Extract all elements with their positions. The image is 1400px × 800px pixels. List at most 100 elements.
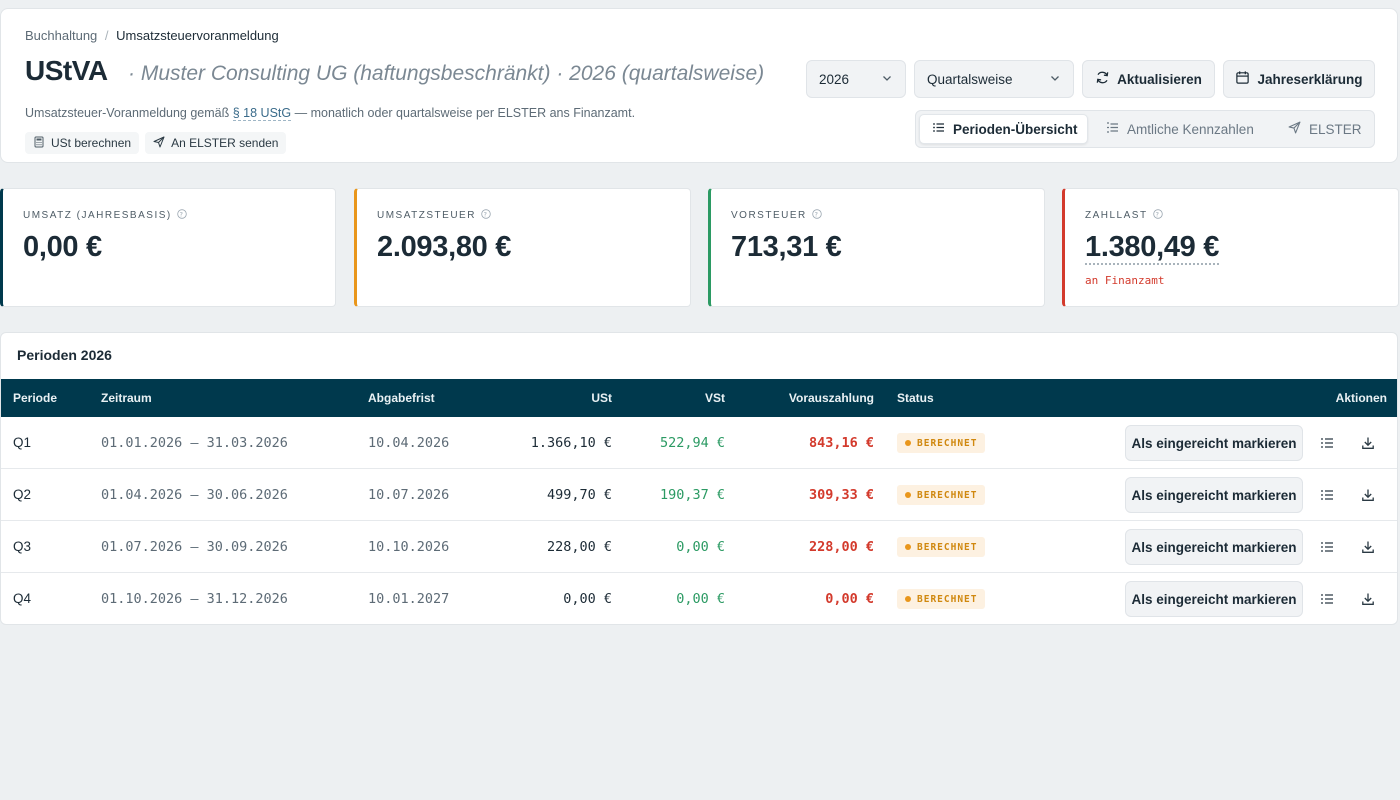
page-subtitle: · Muster Consulting UG (haftungsbeschrän… — [128, 62, 765, 85]
refresh-icon — [1095, 70, 1110, 88]
svg-text:?: ? — [179, 210, 184, 218]
send-to-elster-button[interactable]: An ELSTER senden — [145, 132, 287, 154]
mark-submitted-button[interactable]: Als eingereicht markieren — [1125, 425, 1303, 461]
details-list-icon[interactable] — [1317, 485, 1337, 505]
period-cell: Q4 — [13, 591, 32, 606]
input-tax-cell: 190,37 € — [659, 487, 725, 503]
kpi-value: 0,00 € — [23, 231, 102, 263]
deadline-cell: 10.01.2027 — [368, 591, 450, 607]
column-header[interactable]: Abgabefrist — [368, 379, 435, 417]
status-badge: BERECHNET — [897, 433, 986, 453]
tab-period-overview[interactable]: Perioden-Übersicht — [919, 114, 1088, 144]
interval-select[interactable]: Quartalsweise — [914, 60, 1074, 98]
help-icon[interactable]: ? — [481, 209, 491, 222]
status-dot-icon — [905, 596, 911, 602]
page-description: Umsatzsteuer-Voranmeldung gemäß § 18 USt… — [25, 106, 636, 121]
refresh-button[interactable]: Aktualisieren — [1082, 60, 1215, 98]
table-row: Q4 01.10.2026 — 31.12.2026 10.01.2027 0,… — [1, 573, 1397, 624]
column-header[interactable]: VSt — [631, 379, 725, 417]
payment-cell: 0,00 € — [825, 591, 874, 607]
table-title: Perioden 2026 — [17, 347, 112, 363]
year-select[interactable]: 2026 — [806, 60, 906, 98]
description-suffix: — monatlich oder quartalsweise per ELSTE… — [294, 106, 636, 120]
details-list-icon[interactable] — [1317, 433, 1337, 453]
range-cell: 01.01.2026 — 31.03.2026 — [101, 435, 288, 451]
download-icon[interactable] — [1358, 537, 1378, 557]
download-icon[interactable] — [1358, 433, 1378, 453]
input-tax-cell: 522,94 € — [659, 435, 725, 451]
chevron-down-icon — [1049, 72, 1061, 87]
kpi-card-revenue: UMSATZ (JAHRESBASIS) ? 0,00 € — [0, 188, 336, 307]
table-row: Q1 01.01.2026 — 31.03.2026 10.04.2026 1.… — [1, 417, 1397, 469]
kpi-label: UMSATZ (JAHRESBASIS) ? — [23, 209, 187, 222]
range-cell: 01.10.2026 — 31.12.2026 — [101, 591, 288, 607]
svg-text:?: ? — [1155, 210, 1160, 218]
kpi-note: an Finanzamt — [1085, 274, 1165, 287]
deadline-cell: 10.10.2026 — [368, 539, 450, 555]
kpi-label: ZAHLLAST ? — [1085, 209, 1163, 222]
period-cell: Q1 — [13, 435, 32, 450]
input-tax-cell: 0,00 € — [676, 591, 725, 607]
column-header[interactable]: Vorauszahlung — [741, 379, 874, 417]
column-header[interactable]: Periode — [13, 379, 57, 417]
calculate-vat-button[interactable]: USt berechnen — [25, 132, 140, 154]
periods-table: Perioden 2026 Periode Zeitraum Abgabefri… — [0, 332, 1398, 625]
page-title: UStVA — [25, 55, 108, 86]
view-tabs: Perioden-Übersicht Amtliche Kennzahlen E… — [915, 110, 1375, 148]
column-header[interactable]: USt — [501, 379, 612, 417]
kpi-value: 2.093,80 € — [377, 231, 512, 263]
status-badge: BERECHNET — [897, 589, 986, 609]
status-badge: BERECHNET — [897, 537, 986, 557]
description-prefix: Umsatzsteuer-Voranmeldung gemäß — [25, 106, 230, 120]
year-select-value: 2026 — [819, 71, 850, 87]
status-dot-icon — [905, 544, 911, 550]
kpi-card-vat: UMSATZSTEUER ? 2.093,80 € — [354, 188, 691, 307]
input-tax-cell: 0,00 € — [676, 539, 725, 555]
range-cell: 01.07.2026 — 30.09.2026 — [101, 539, 288, 555]
tab-official-figures[interactable]: Amtliche Kennzahlen — [1094, 114, 1266, 144]
mark-submitted-button[interactable]: Als eingereicht markieren — [1125, 581, 1303, 617]
kpi-label-text: UMSATZ (JAHRESBASIS) — [23, 210, 172, 221]
help-icon[interactable]: ? — [1152, 209, 1163, 222]
breadcrumb-parent[interactable]: Buchhaltung — [25, 28, 97, 43]
mark-submitted-button[interactable]: Als eingereicht markieren — [1125, 477, 1303, 513]
mark-submitted-button[interactable]: Als eingereicht markieren — [1125, 529, 1303, 565]
annual-return-label: Jahreserklärung — [1257, 71, 1363, 87]
help-icon[interactable]: ? — [177, 209, 187, 222]
kpi-card-input-tax: VORSTEUER ? 713,31 € — [708, 188, 1045, 307]
breadcrumb-current: Umsatzsteuervoranmeldung — [116, 28, 279, 43]
deadline-cell: 10.07.2026 — [368, 487, 450, 503]
details-list-icon[interactable] — [1317, 537, 1337, 557]
law-reference-link[interactable]: § 18 UStG — [232, 106, 292, 121]
tab-elster[interactable]: ELSTER — [1276, 114, 1374, 144]
tab-label: ELSTER — [1309, 121, 1362, 137]
vat-cell: 0,00 € — [563, 591, 612, 607]
list-numbers-icon — [1106, 121, 1119, 137]
kpi-label: UMSATZSTEUER ? — [377, 209, 491, 222]
refresh-label: Aktualisieren — [1117, 71, 1202, 87]
list-icon — [932, 121, 945, 137]
column-header[interactable]: Status — [897, 379, 934, 417]
download-icon[interactable] — [1358, 589, 1378, 609]
page-header: Buchhaltung / Umsatzsteuervoranmeldung U… — [0, 8, 1398, 163]
status-label: BERECHNET — [917, 437, 978, 449]
calculator-icon — [33, 136, 45, 151]
kpi-label: VORSTEUER ? — [731, 209, 822, 222]
title-row: UStVA · Muster Consulting UG (haftungsbe… — [25, 55, 764, 87]
status-badge: BERECHNET — [897, 485, 986, 505]
column-header[interactable]: Zeitraum — [101, 379, 152, 417]
tab-label: Amtliche Kennzahlen — [1127, 121, 1254, 137]
deadline-cell: 10.04.2026 — [368, 435, 450, 451]
send-icon — [153, 136, 165, 151]
status-label: BERECHNET — [917, 489, 978, 501]
kpi-card-payable: ZAHLLAST ? 1.380,49 € an Finanzamt — [1062, 188, 1399, 307]
download-icon[interactable] — [1358, 485, 1378, 505]
help-icon[interactable]: ? — [812, 209, 822, 222]
status-dot-icon — [905, 492, 911, 498]
annual-return-button[interactable]: Jahreserklärung — [1223, 60, 1375, 98]
svg-text:?: ? — [814, 210, 819, 218]
kpi-label-text: VORSTEUER — [731, 210, 807, 221]
details-list-icon[interactable] — [1317, 589, 1337, 609]
vat-cell: 228,00 € — [546, 539, 612, 555]
kpi-value: 713,31 € — [731, 231, 842, 263]
